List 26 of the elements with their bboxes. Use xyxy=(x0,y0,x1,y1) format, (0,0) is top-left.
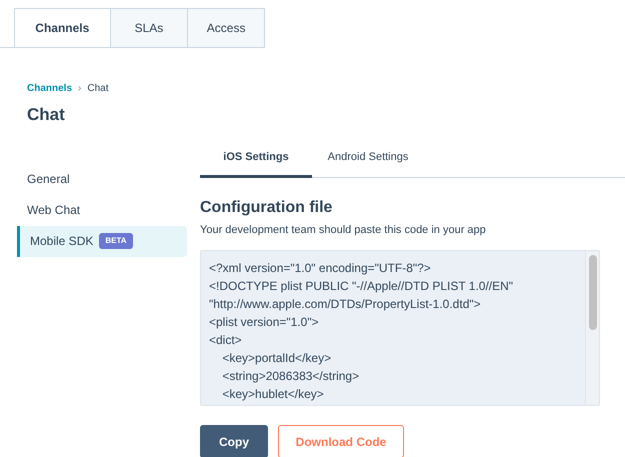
code-line: <?xml version="1.0" encoding="UTF-8"?> xyxy=(209,260,431,277)
page-title: Chat xyxy=(26,104,66,126)
sidebar-item[interactable]: Web Chat xyxy=(17,194,187,226)
breadcrumb-separator: › xyxy=(78,82,82,96)
code-line: "http://www.apple.com/DTDs/PropertyList-1.0.dtd"> xyxy=(209,296,481,313)
top-tab[interactable]: Channels xyxy=(14,8,110,47)
beta-badge: BETA xyxy=(99,233,133,249)
top-tab[interactable]: SLAs xyxy=(110,8,188,47)
section-title: Configuration file xyxy=(200,198,334,218)
copy-button[interactable]: Copy xyxy=(200,425,268,457)
settings-tab[interactable]: Android Settings xyxy=(312,140,424,178)
section-description: Your development team should paste this code in your app xyxy=(200,222,487,238)
breadcrumb-current: Chat xyxy=(87,82,108,96)
sidebar-item[interactable]: Mobile SDK BETA xyxy=(17,226,187,256)
code-line: <dict> xyxy=(209,332,242,349)
code-line: <plist version="1.0"> xyxy=(209,314,319,331)
sidebar-item[interactable]: General xyxy=(17,164,187,194)
settings-tab[interactable]: iOS Settings xyxy=(200,140,312,178)
code-line: <!DOCTYPE plist PUBLIC "-//Apple//DTD PLIST 1.0//EN" xyxy=(209,278,514,295)
top-tab[interactable]: Access xyxy=(187,8,265,47)
breadcrumb-link[interactable]: Channels xyxy=(27,81,72,96)
scrollbar[interactable] xyxy=(585,251,599,405)
code-line: <string>2086383</string> xyxy=(221,368,360,385)
code-line: <key>portalId</key> xyxy=(221,350,332,367)
code-line: <key>hublet</key> xyxy=(221,386,324,403)
scrollbar-thumb[interactable] xyxy=(588,255,596,330)
